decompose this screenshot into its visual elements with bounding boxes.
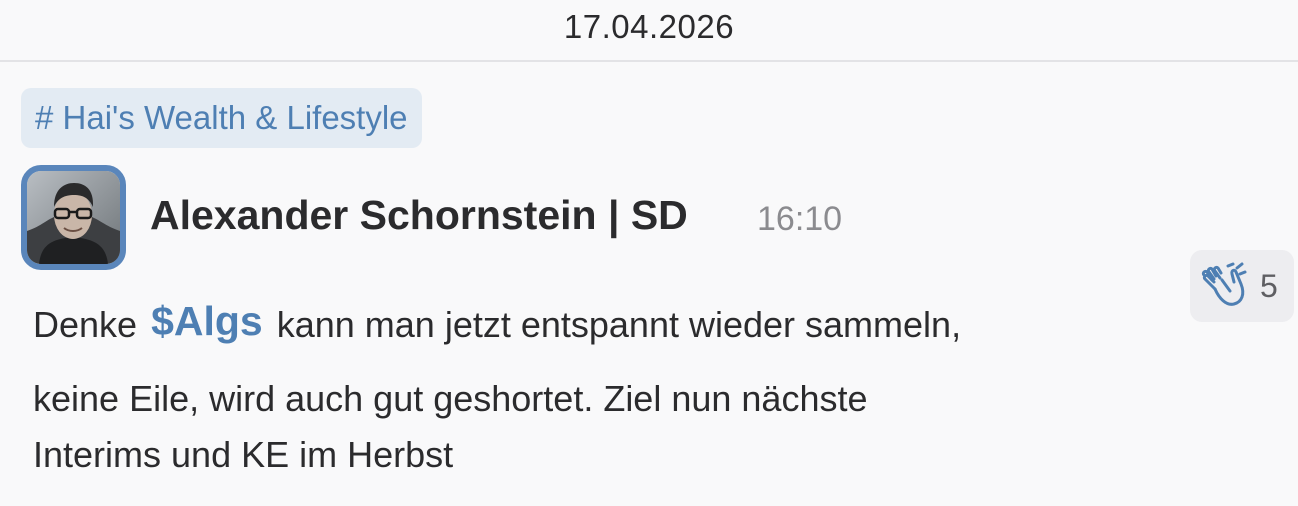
- user-photo-icon: [27, 171, 120, 264]
- reaction-count: 5: [1260, 268, 1278, 304]
- message-line: Interims und KE im Herbst: [33, 434, 454, 475]
- message-line: Denke $Algs kann man jetzt entspannt wiede…: [33, 298, 962, 347]
- clapping-hands-icon: [1201, 262, 1247, 306]
- avatar[interactable]: [21, 165, 126, 270]
- message-timestamp: 16:10: [757, 200, 843, 238]
- message-line: keine Eile, wird auch gut geshortet. Zie…: [33, 378, 868, 419]
- author-name[interactable]: Alexander Schornstein | SD: [150, 192, 688, 239]
- date-label: 17.04.2026: [563, 8, 735, 45]
- message-text: kann man jetzt entspannt wieder sammeln,: [276, 304, 962, 345]
- date-separator: 17.04.2026: [0, 0, 1298, 62]
- reaction-button[interactable]: 5: [1190, 250, 1294, 322]
- channel-tag[interactable]: # Hai's Wealth & Lifestyle: [21, 88, 422, 148]
- message-text: Denke: [33, 304, 138, 345]
- ticker-link[interactable]: $Algs: [151, 298, 263, 344]
